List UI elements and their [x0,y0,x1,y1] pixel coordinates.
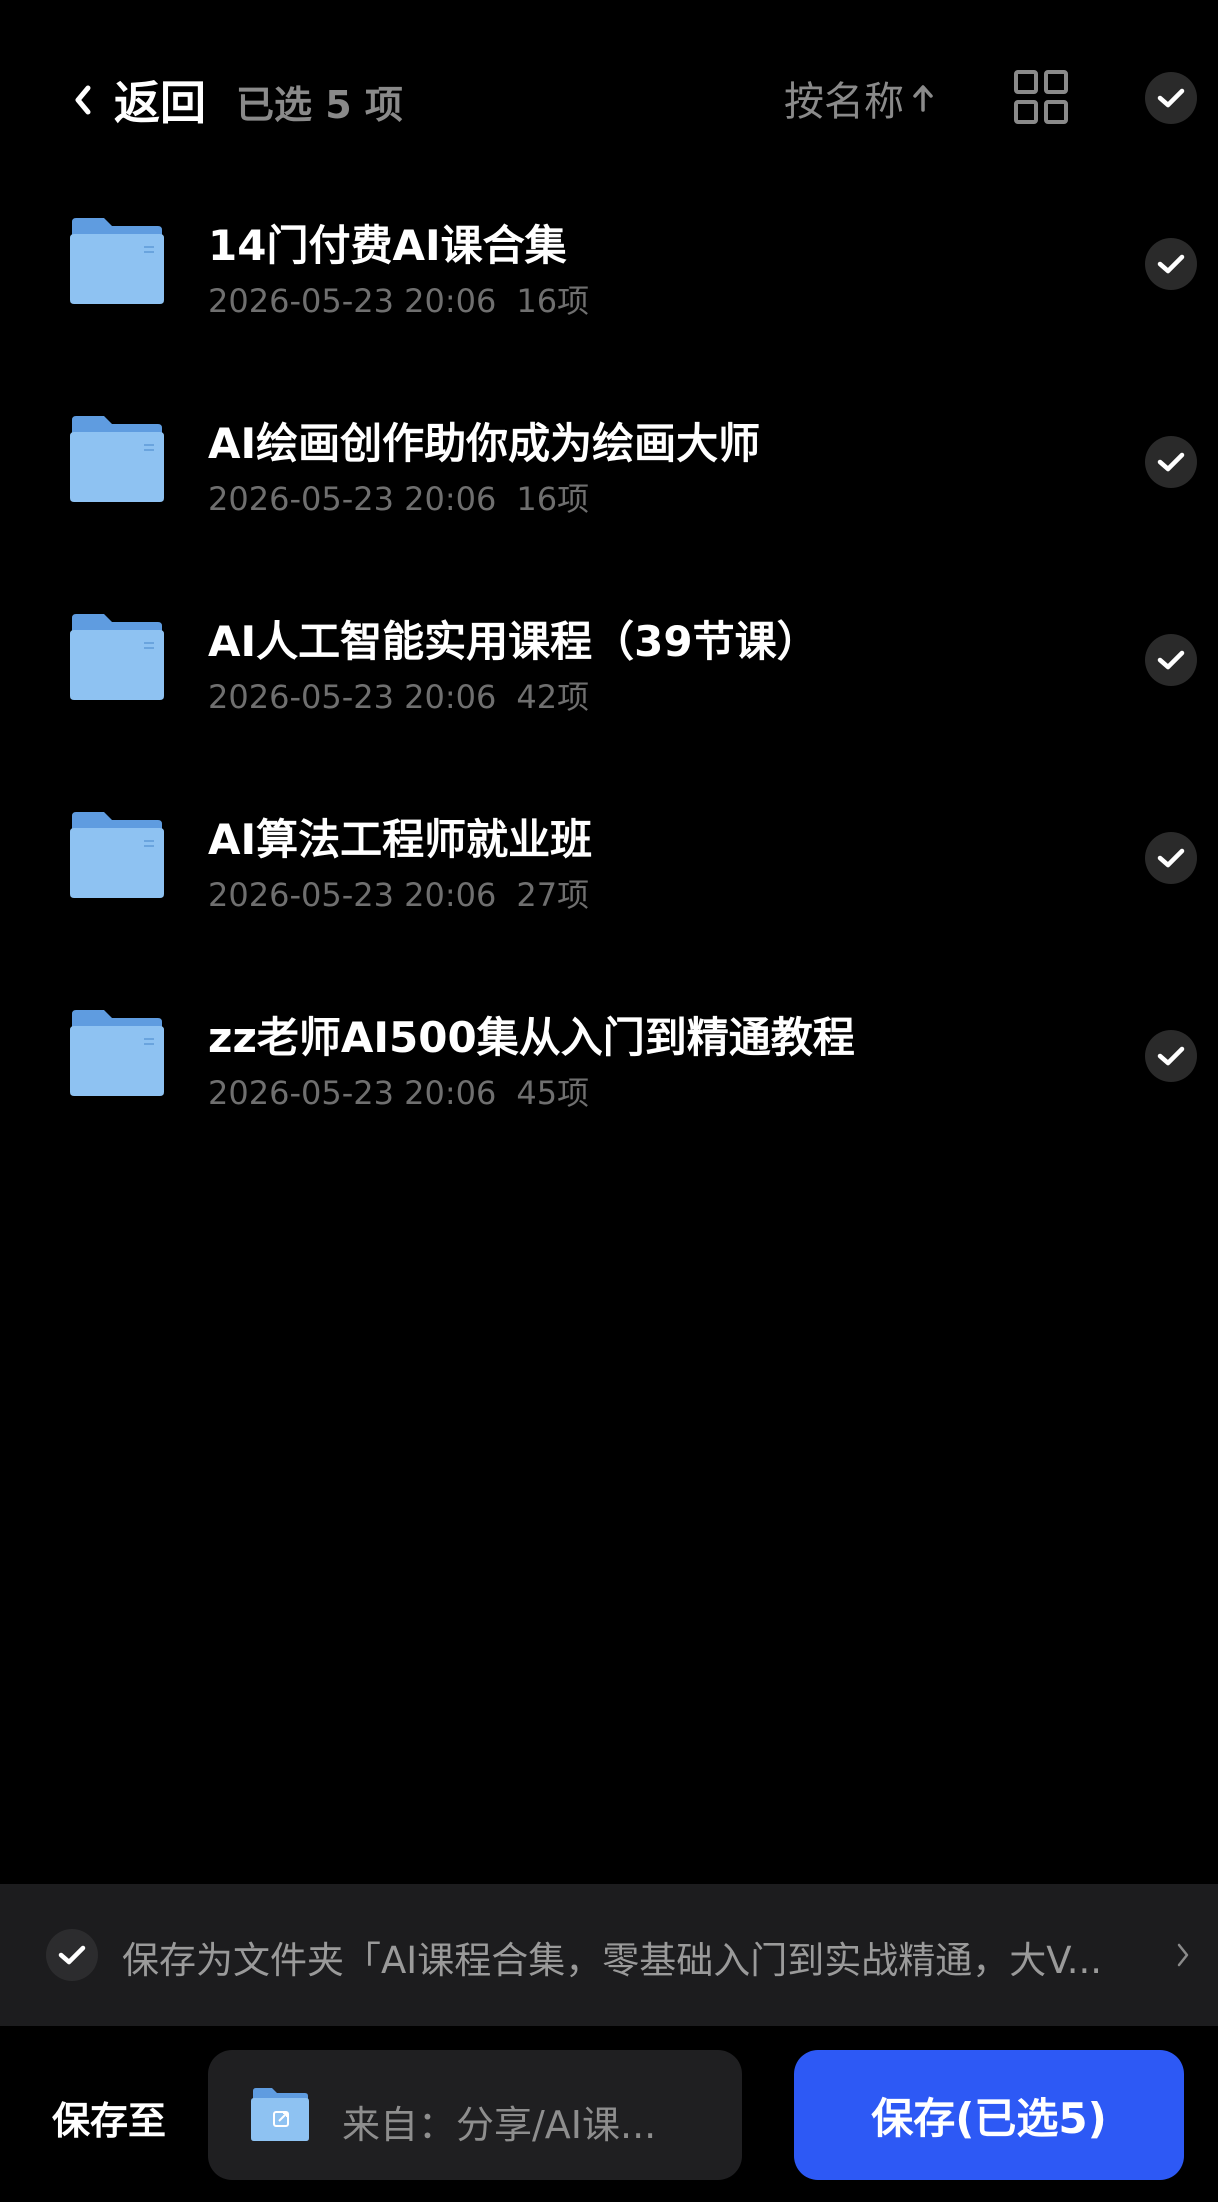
bottom-action-bar: 保存至 来自：分享/AI课... 保存(已选5) [0,2026,1218,2202]
selected-count: 已选 5 项 [236,83,403,127]
folder-icon [70,218,164,304]
folder-item-count: 27项 [516,876,590,914]
folder-date: 2026-05-23 20:06 [208,678,497,716]
folder-meta: 2026-05-23 20:06 42项 [208,672,589,718]
list-item[interactable]: AI绘画创作助你成为绘画大师 2026-05-23 20:06 16项 [0,394,1218,592]
folder-date: 2026-05-23 20:06 [208,282,497,320]
item-checkbox[interactable] [1145,1030,1197,1082]
folder-item-count: 16项 [516,480,590,518]
folder-icon [251,2088,309,2141]
chevron-right-icon [1177,1943,1189,1967]
destination-path: 来自：分享/AI课... [342,2103,657,2147]
save-as-folder-label: 保存为文件夹「AI课程合集，零基础入门到实战精通，大V... [122,1939,1103,1982]
item-checkbox[interactable] [1145,238,1197,290]
select-all-toggle[interactable] [1145,72,1197,124]
folder-date: 2026-05-23 20:06 [208,876,497,914]
back-label: 返回 [114,76,206,130]
folder-name: AI算法工程师就业班 [208,815,593,864]
folder-item-count: 45项 [516,1074,590,1112]
folder-name: zz老师AI500集从入门到精通教程 [208,1013,855,1062]
back-button[interactable]: 返回 [72,70,206,130]
save-as-folder-option[interactable]: 保存为文件夹「AI课程合集，零基础入门到实战精通，大V... [0,1884,1218,2026]
check-icon [1157,848,1185,868]
save-to-label: 保存至 [52,2099,167,2143]
check-icon [1157,254,1185,274]
folder-meta: 2026-05-23 20:06 45项 [208,1068,589,1114]
folder-meta: 2026-05-23 20:06 16项 [208,276,589,322]
save-button[interactable]: 保存(已选5) [794,2050,1184,2180]
check-icon [1157,452,1185,472]
destination-picker[interactable]: 来自：分享/AI课... [208,2050,742,2180]
folder-icon [70,416,164,502]
check-icon [1157,650,1185,670]
list-item[interactable]: AI人工智能实用课程（39节课） 2026-05-23 20:06 42项 [0,592,1218,790]
grid-view-icon[interactable] [1014,70,1068,124]
folder-date: 2026-05-23 20:06 [208,1074,497,1112]
folder-meta: 2026-05-23 20:06 16项 [208,474,589,520]
sort-button[interactable]: 按名称 [784,70,936,126]
item-checkbox[interactable] [1145,634,1197,686]
folder-date: 2026-05-23 20:06 [208,480,497,518]
check-icon [1157,1046,1185,1066]
folder-meta: 2026-05-23 20:06 27项 [208,870,589,916]
folder-item-count: 16项 [516,282,590,320]
item-checkbox[interactable] [1145,832,1197,884]
folder-icon [70,812,164,898]
top-bar: 返回 已选 5 项 按名称 [0,0,1218,196]
folder-item-count: 42项 [516,678,590,716]
check-icon [58,1945,86,1965]
folder-icon [70,1010,164,1096]
save-as-folder-checkbox[interactable] [46,1929,98,1981]
chevron-left-icon [75,85,91,115]
folder-name: AI绘画创作助你成为绘画大师 [208,419,761,468]
folder-name: 14门付费AI课合集 [208,221,567,270]
folder-list: 14门付费AI课合集 2026-05-23 20:06 16项 AI绘画创作助你成… [0,196,1218,1186]
folder-name: AI人工智能实用课程（39节课） [208,617,819,666]
check-icon [1157,88,1185,108]
list-item[interactable]: 14门付费AI课合集 2026-05-23 20:06 16项 [0,196,1218,394]
list-item[interactable]: zz老师AI500集从入门到精通教程 2026-05-23 20:06 45项 [0,988,1218,1186]
sort-label: 按名称 [784,79,904,125]
folder-icon [70,614,164,700]
item-checkbox[interactable] [1145,436,1197,488]
save-files-page: 返回 已选 5 项 按名称 14门付费AI课合集 2026-05-23 20:0… [0,0,1218,2202]
arrow-up-icon [913,85,933,112]
list-item[interactable]: AI算法工程师就业班 2026-05-23 20:06 27项 [0,790,1218,988]
